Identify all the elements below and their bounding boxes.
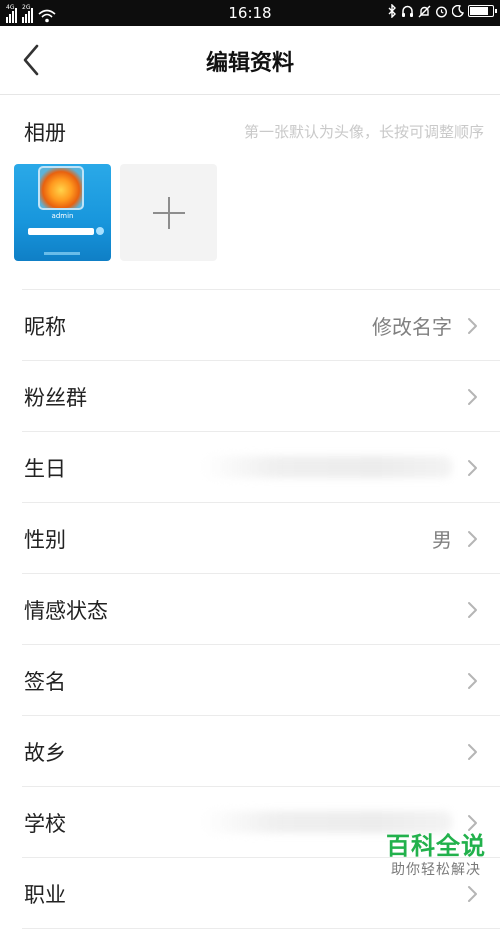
chevron-right-icon [468, 318, 477, 334]
row-label: 生日 [24, 457, 66, 481]
arrow-circle-image [96, 227, 104, 235]
row-label: 签名 [24, 670, 66, 694]
photo-caption: admin [51, 212, 74, 220]
bluetooth-icon [388, 4, 396, 18]
watermark: 百科全说 助你轻松解决 [386, 826, 486, 879]
chevron-right-icon [468, 531, 477, 547]
mute-bell-icon [418, 5, 431, 17]
chevron-right-icon [468, 744, 477, 760]
add-photo-button[interactable] [120, 164, 217, 261]
battery-level [470, 7, 488, 15]
status-bar: 4G 2G 16:18 [0, 0, 500, 26]
row-fan-group[interactable]: 粉丝群 [22, 361, 500, 432]
headset-icon [402, 5, 413, 17]
row-signature[interactable]: 签名 [22, 645, 500, 716]
row-value: 男 [432, 528, 452, 552]
alarm-icon [435, 5, 448, 18]
chevron-right-icon [468, 460, 477, 476]
password-box-image [28, 228, 94, 235]
row-label: 粉丝群 [24, 386, 87, 410]
flower-avatar-image [38, 166, 84, 210]
blurred-value [202, 456, 452, 478]
row-label: 学校 [24, 812, 66, 836]
row-birthday[interactable]: 生日 [22, 432, 500, 503]
chevron-right-icon [468, 389, 477, 405]
chevron-right-icon [468, 602, 477, 618]
row-value: 修改名字 [372, 315, 452, 339]
row-relationship[interactable]: 情感状态 [22, 574, 500, 645]
chevron-right-icon [468, 886, 477, 902]
page-title: 编辑资料 [205, 51, 294, 76]
chevron-right-icon [468, 673, 477, 689]
row-label: 昵称 [24, 315, 66, 339]
logo-strip-image [44, 252, 80, 255]
watermark-subtitle: 助你轻松解决 [391, 862, 481, 878]
album-hint: 第一张默认为头像，长按可调整顺序 [243, 123, 484, 141]
row-gender[interactable]: 性别 男 [22, 503, 500, 574]
moon-icon [452, 5, 464, 17]
watermark-title: 百科全说 [386, 832, 486, 860]
battery-icon [468, 5, 497, 17]
album-section: 相册 第一张默认为头像，长按可调整顺序 admin [0, 95, 500, 289]
row-label: 职业 [24, 883, 66, 907]
row-label: 情感状态 [24, 599, 108, 623]
album-label: 相册 [24, 121, 66, 145]
row-label: 性别 [24, 528, 66, 552]
album-photo[interactable]: admin [14, 164, 111, 261]
row-hometown[interactable]: 故乡 [22, 716, 500, 787]
row-nickname[interactable]: 昵称 修改名字 [22, 290, 500, 361]
row-label: 故乡 [24, 741, 66, 765]
plus-icon [168, 197, 170, 229]
app-header: 编辑资料 [0, 26, 500, 95]
